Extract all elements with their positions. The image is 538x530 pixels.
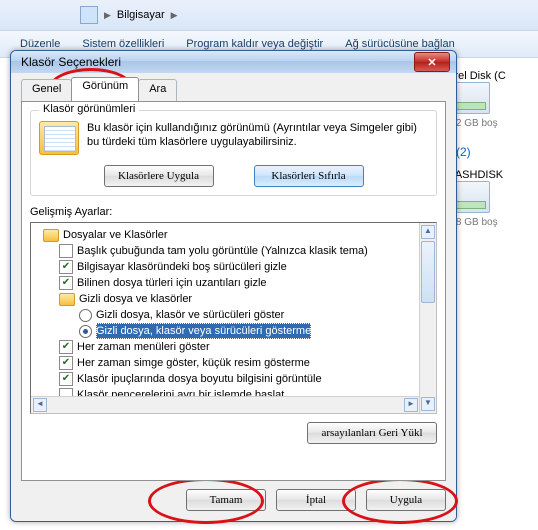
checkbox-icon[interactable] — [59, 276, 73, 290]
advanced-label: Gelişmiş Ayarlar: — [30, 206, 437, 218]
cmd-item-mapdrive[interactable]: Ağ sürücüsüne bağlan — [345, 38, 454, 50]
scroll-up-icon[interactable]: ▲ — [421, 225, 435, 239]
tab-view[interactable]: Görünüm — [71, 77, 139, 101]
folder-views-group: Klasör görünümleri Bu klasör için kullan… — [30, 110, 437, 196]
folder-options-dialog: Klasör Seçenekleri ✕ Genel Görünüm Ara K… — [10, 50, 457, 522]
tree-subfolder[interactable]: Gizli dosya ve klasörler — [37, 291, 434, 307]
folder-icon — [43, 229, 59, 242]
tree-item-label: Gizli dosya, klasör ve sürücüleri göster — [96, 307, 284, 323]
checkbox-icon[interactable] — [59, 372, 73, 386]
apply-to-folders-button[interactable]: Klasörlere Uygula — [104, 165, 214, 187]
tree-item-label: Bilgisayar klasöründeki boş sürücüleri g… — [77, 259, 287, 275]
tab-panel-view: Klasör görünümleri Bu klasör için kullan… — [21, 101, 446, 481]
cancel-button[interactable]: İptal — [276, 489, 356, 511]
tabstrip: Genel Görünüm Ara — [21, 79, 446, 101]
group-title: Klasör görünümleri — [39, 103, 139, 115]
tree-root-label: Dosyalar ve Klasörler — [63, 227, 168, 243]
tab-search[interactable]: Ara — [138, 79, 177, 101]
tree-item[interactable]: Başlık çubuğunda tam yolu görüntüle (Yal… — [37, 243, 434, 259]
tree-item[interactable]: Bilinen dosya türleri için uzantıları gi… — [37, 275, 434, 291]
vertical-scrollbar[interactable]: ▲ ▼ — [419, 223, 436, 413]
scroll-down-icon[interactable]: ▼ — [421, 397, 435, 411]
computer-icon — [80, 6, 98, 24]
radio-icon[interactable] — [79, 309, 92, 322]
tree-radio-item[interactable]: Gizli dosya, klasör ve sürücüleri göster — [37, 307, 434, 323]
tree-item-label: Klasör ipuçlarında dosya boyutu bilgisin… — [77, 371, 322, 387]
reset-folders-button[interactable]: Klasörleri Sıfırla — [254, 165, 364, 187]
tree-item[interactable]: Her zaman menüleri göster — [37, 339, 434, 355]
dialog-titlebar[interactable]: Klasör Seçenekleri ✕ — [11, 51, 456, 73]
close-button[interactable]: ✕ — [414, 52, 450, 72]
radio-icon[interactable] — [79, 325, 92, 338]
tree-item-label: Bilinen dosya türleri için uzantıları gi… — [77, 275, 267, 291]
scroll-thumb[interactable] — [421, 241, 435, 303]
restore-defaults-button[interactable]: arsayılanları Geri Yükl — [307, 422, 437, 444]
tree-item-label: Gizli dosya ve klasörler — [79, 291, 192, 307]
dialog-footer: Tamam İptal Uygula — [21, 489, 446, 511]
checkbox-icon[interactable] — [59, 356, 73, 370]
scroll-left-icon[interactable]: ◄ — [33, 398, 47, 412]
address-bar: ▶ Bilgisayar ▶ — [0, 0, 538, 30]
chevron-right-icon: ▶ — [104, 10, 111, 21]
folder-views-icon — [39, 121, 79, 155]
cmd-item-organize[interactable]: Düzenle — [20, 38, 60, 50]
close-icon: ✕ — [427, 56, 436, 69]
apply-button[interactable]: Uygula — [366, 489, 446, 511]
dialog-title: Klasör Seçenekleri — [21, 55, 121, 69]
group-description: Bu klasör için kullandığınız görünümü (A… — [87, 121, 428, 155]
folder-icon — [59, 293, 75, 306]
tab-general[interactable]: Genel — [21, 79, 72, 101]
tree-item[interactable]: Her zaman simge göster, küçük resim göst… — [37, 355, 434, 371]
ok-button[interactable]: Tamam — [186, 489, 266, 511]
tree-item-label: Gizli dosya, klasör veya sürücüleri göst… — [96, 323, 311, 339]
cmd-item-uninstall[interactable]: Program kaldır veya değiştir — [186, 38, 323, 50]
tree-item[interactable]: Bilgisayar klasöründeki boş sürücüleri g… — [37, 259, 434, 275]
tree-item-label: Her zaman menüleri göster — [77, 339, 210, 355]
chevron-right-icon: ▶ — [171, 10, 178, 21]
tree-root: Dosyalar ve Klasörler — [37, 227, 434, 243]
tree-item[interactable]: Klasör ipuçlarında dosya boyutu bilgisin… — [37, 371, 434, 387]
scroll-right-icon[interactable]: ► — [404, 398, 418, 412]
cmd-item-sysprops[interactable]: Sistem özellikleri — [82, 38, 164, 50]
advanced-settings-tree[interactable]: Dosyalar ve Klasörler Başlık çubuğunda t… — [30, 222, 437, 414]
checkbox-icon[interactable] — [59, 244, 73, 258]
tree-item-label: Her zaman simge göster, küçük resim göst… — [77, 355, 310, 371]
checkbox-icon[interactable] — [59, 260, 73, 274]
tree-item-label: Başlık çubuğunda tam yolu görüntüle (Yal… — [77, 243, 368, 259]
tree-radio-item[interactable]: Gizli dosya, klasör veya sürücüleri göst… — [37, 323, 434, 339]
breadcrumb-location[interactable]: Bilgisayar — [117, 9, 165, 21]
checkbox-icon[interactable] — [59, 340, 73, 354]
horizontal-scrollbar[interactable]: ◄ ► — [31, 396, 420, 413]
